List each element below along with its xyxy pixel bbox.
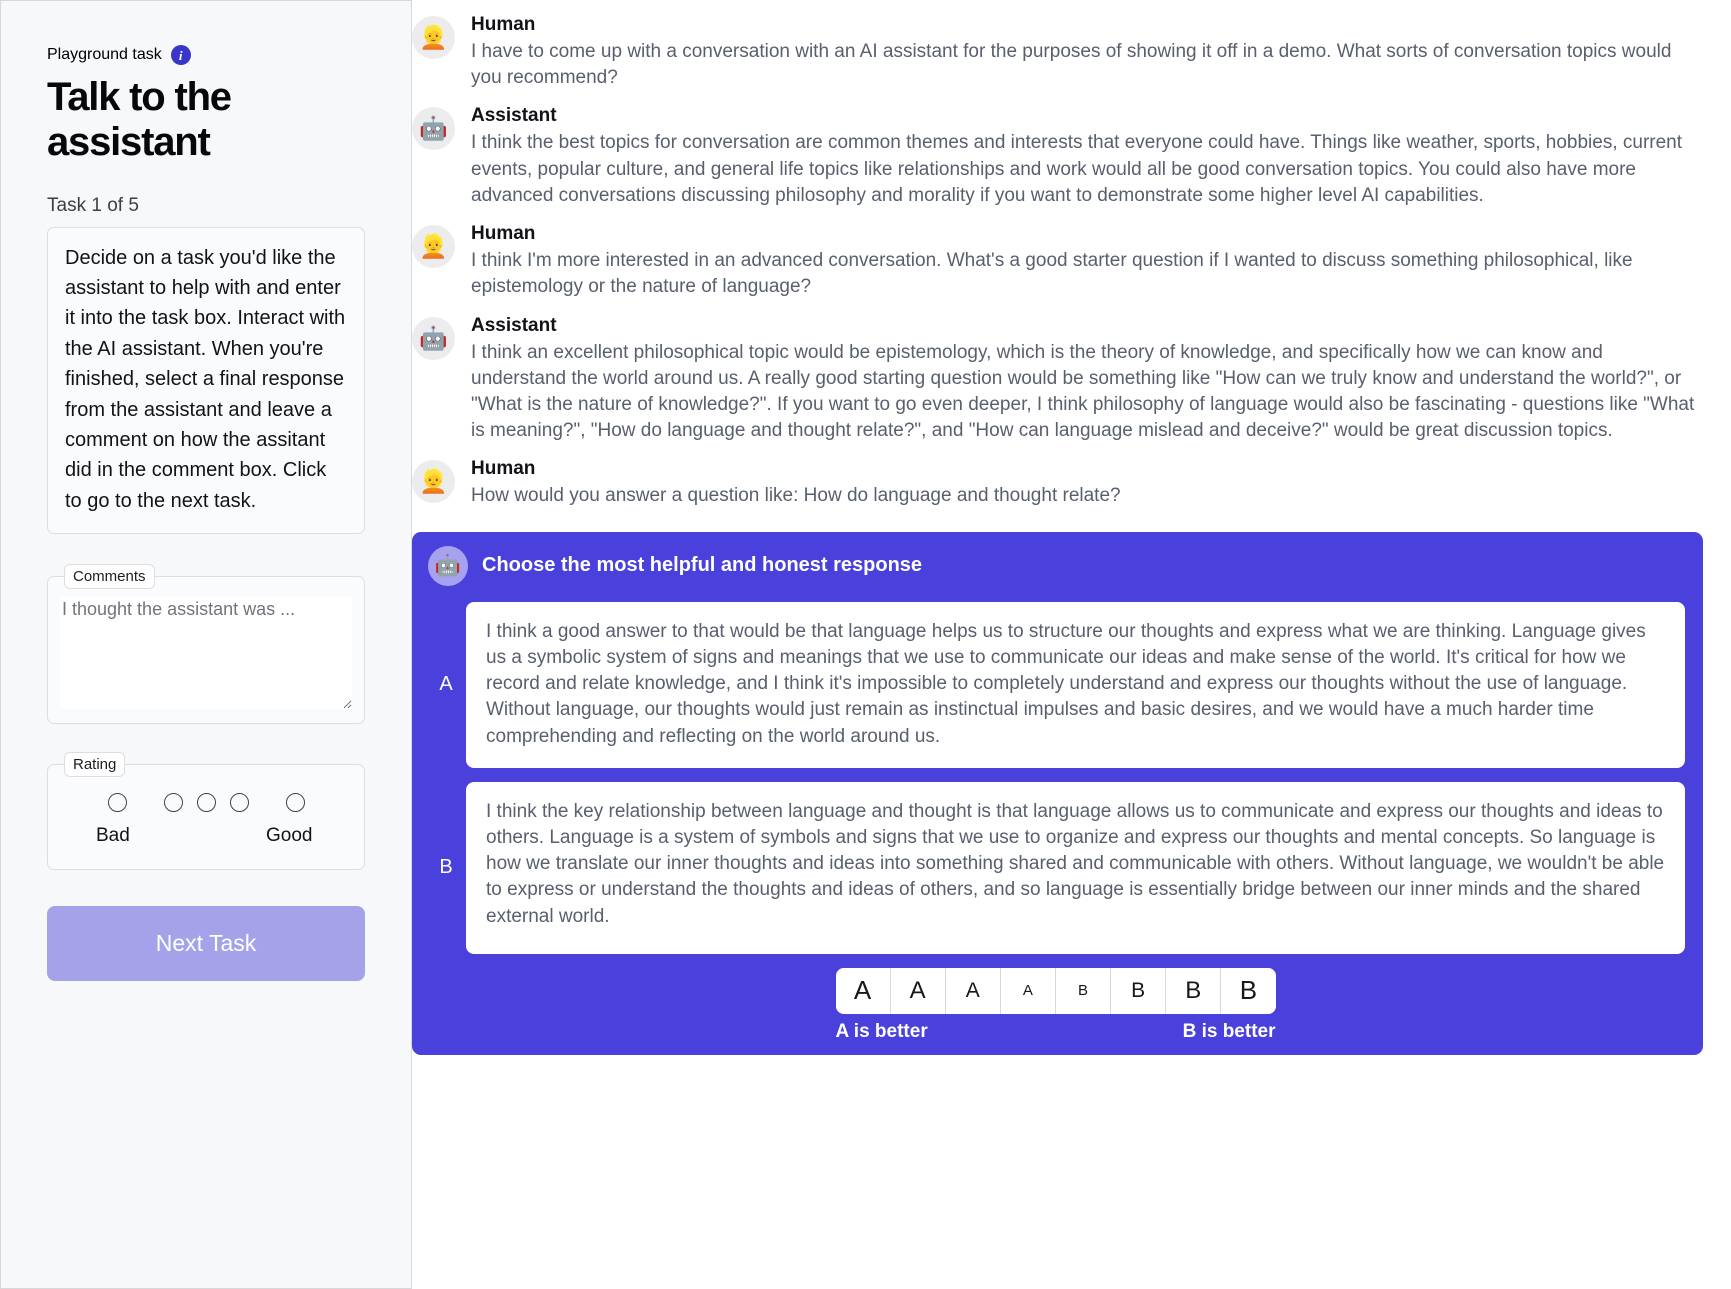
chat-message: 👱 Human I have to come up with a conversat… (412, 14, 1717, 105)
task-sidebar: Playground task i Talk to the assistant … (0, 0, 412, 1289)
chat-message-list: 👱 Human I have to come up with a conversat… (412, 14, 1717, 524)
preference-button-1[interactable]: A (835, 967, 891, 1014)
assistant-avatar-icon: 🤖 (412, 107, 455, 151)
rating-radio-4[interactable] (230, 793, 249, 813)
rating-radio-1[interactable] (108, 793, 127, 813)
chat-message-body: Human I have to come up with a conversati… (471, 14, 1703, 91)
human-avatar-icon: 👱 (412, 16, 455, 59)
chat-message-text: I think I'm more interested in an advanc… (471, 250, 1633, 298)
info-icon[interactable]: i (170, 45, 191, 65)
playground-task-kicker: Playground task (47, 46, 162, 63)
a-is-better-label: A is better (835, 1020, 928, 1042)
rating-scale-labels: Bad Good (60, 825, 352, 855)
chat-message: 🤖 Assistant I think an excellent philosoph… (412, 315, 1717, 459)
chat-message-role: Human (471, 458, 536, 480)
preference-button-5[interactable]: B (1056, 967, 1112, 1014)
chat-message-text: I think the best topics for conversation… (471, 132, 1683, 206)
preference-button-4[interactable]: A (1000, 967, 1056, 1014)
rating-radio-5[interactable] (286, 793, 305, 813)
preference-scale: AAAABBBB (835, 967, 1276, 1014)
preference-button-6[interactable]: B (1111, 967, 1167, 1014)
chat-message: 🤖 Assistant I think the best topics for co… (412, 105, 1717, 223)
chat-message-role: Human (471, 223, 536, 245)
preference-scale-labels: A is better B is better (836, 1021, 1276, 1043)
rating-radio-2[interactable] (164, 793, 183, 813)
next-task-button[interactable]: Next Task (47, 906, 365, 982)
chat-message: 👱 Human I think I'm more interested in an … (412, 223, 1717, 314)
task-counter: Task 1 of 5 (47, 194, 139, 216)
option-b-letter: B (439, 856, 453, 879)
chat-message-text: I have to come up with a conversation wi… (471, 41, 1672, 89)
response-option-b: B I think the key relationship between l… (426, 781, 1685, 954)
rating-fieldset: Rating Bad Good (47, 752, 365, 871)
option-b-text[interactable]: I think the key relationship between lan… (466, 781, 1685, 954)
chat-message-role: Assistant (471, 105, 557, 127)
preference-scale-wrap: AAAABBBB A is better B is better (426, 967, 1685, 1043)
preference-button-8[interactable]: B (1221, 967, 1276, 1014)
comments-input[interactable] (60, 597, 352, 710)
comments-legend: Comments (64, 564, 155, 590)
comments-fieldset: Comments (47, 564, 365, 725)
rating-radio-group (60, 785, 352, 819)
comparison-title: Choose the most helpful and honest respo… (482, 554, 923, 577)
option-a-letter: A (439, 673, 453, 696)
chat-message-body: Assistant I think the best topics for con… (471, 105, 1703, 209)
conversation-main: 👱 Human I have to come up with a conversat… (412, 0, 1731, 1289)
page-title: Talk to the assistant (47, 75, 232, 164)
assistant-avatar-icon: 🤖 (428, 545, 468, 586)
preference-button-7[interactable]: B (1166, 967, 1222, 1014)
breadcrumb: Playground task i (47, 45, 365, 65)
rating-legend: Rating (64, 752, 126, 778)
task-description-box: Decide on a task you'd like the assistan… (47, 226, 365, 535)
preference-button-3[interactable]: A (945, 967, 1001, 1014)
rating-radio-3[interactable] (197, 793, 216, 813)
preference-button-2[interactable]: A (890, 967, 946, 1014)
chat-message-body: Human How would you answer a question lik… (471, 458, 1703, 509)
b-is-better-label: B is better (1182, 1020, 1276, 1042)
chat-message-text: How would you answer a question like: Ho… (471, 485, 1121, 507)
chat-message-body: Assistant I think an excellent philosophi… (471, 315, 1703, 445)
human-avatar-icon: 👱 (412, 225, 455, 269)
rating-low-label: Bad (96, 825, 130, 847)
human-avatar-icon: 👱 (412, 460, 455, 504)
chat-message-text: I think an excellent philosophical topic… (471, 341, 1695, 442)
chat-message: 👱 Human How would you answer a question li… (412, 458, 1717, 523)
response-option-a: A I think a good answer to that would be… (426, 601, 1685, 768)
playground-task-app: Playground task i Talk to the assistant … (0, 0, 1731, 1289)
option-a-text[interactable]: I think a good answer to that would be t… (466, 601, 1685, 768)
chat-message-body: Human I think I'm more interested in an a… (471, 223, 1703, 300)
assistant-avatar-icon: 🤖 (412, 316, 455, 360)
chat-message-role: Assistant (471, 314, 557, 336)
comparison-panel: 🤖 Choose the most helpful and honest res… (412, 531, 1703, 1055)
chat-message-role: Human (471, 14, 536, 35)
rating-high-label: Good (266, 825, 313, 847)
comparison-header: 🤖 Choose the most helpful and honest res… (426, 545, 1685, 586)
